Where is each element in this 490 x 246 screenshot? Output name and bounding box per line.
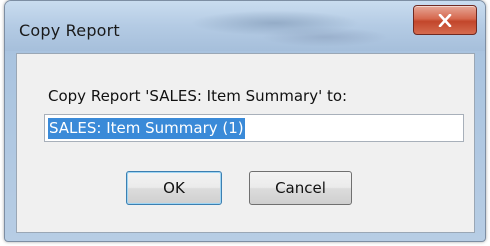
copy-prompt-label: Copy Report 'SALES: Item Summary' to: — [48, 87, 348, 105]
window-title: Copy Report — [19, 21, 120, 40]
dialog-body: Copy Report 'SALES: Item Summary' to: SA… — [16, 53, 475, 233]
ok-button[interactable]: OK — [126, 171, 222, 205]
title-bar[interactable]: Copy Report — [5, 1, 485, 51]
report-name-input[interactable]: SALES: Item Summary (1) — [44, 114, 464, 142]
close-icon — [438, 13, 452, 27]
cancel-button[interactable]: Cancel — [249, 171, 352, 205]
report-name-value[interactable]: SALES: Item Summary (1) — [48, 117, 245, 139]
copy-report-dialog: Copy Report Copy Report 'SALES: Item Sum… — [4, 0, 486, 242]
close-button[interactable] — [413, 5, 477, 35]
